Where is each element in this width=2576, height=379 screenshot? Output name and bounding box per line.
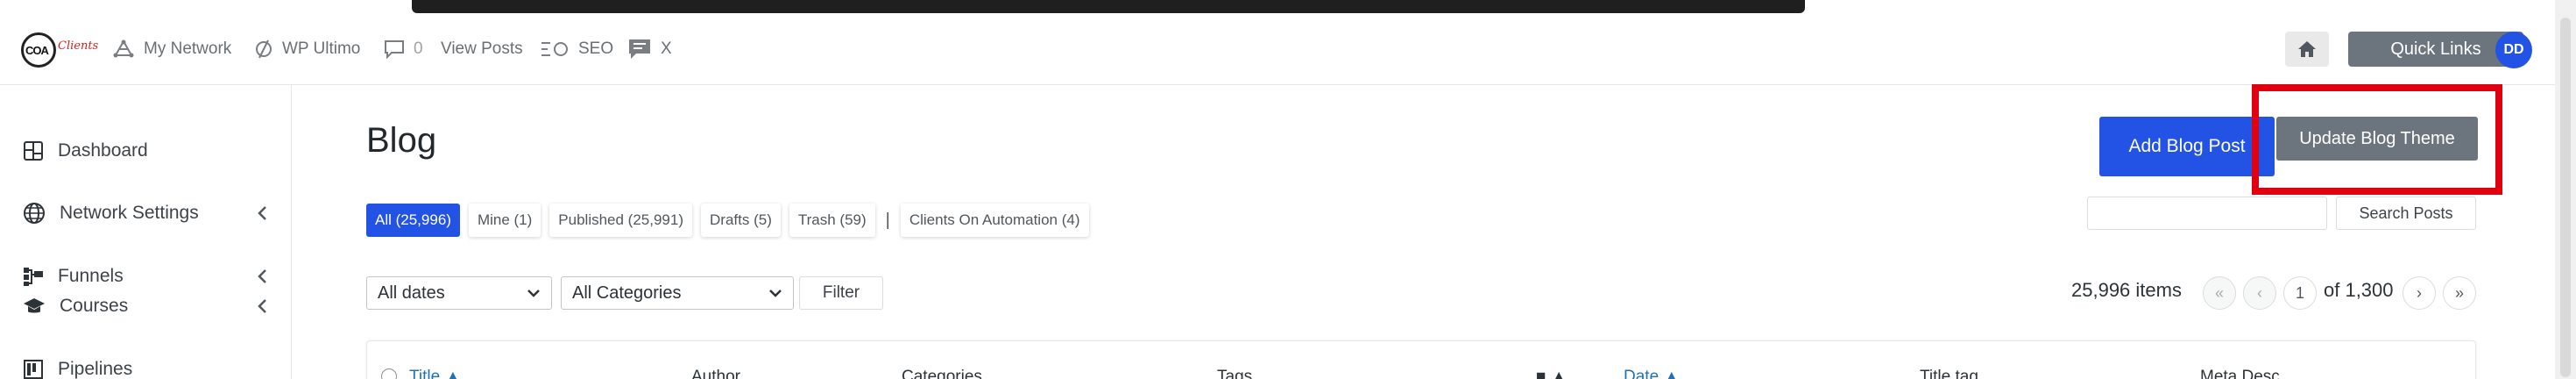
column-categories: Categories <box>902 368 982 379</box>
home-icon <box>2298 41 2316 57</box>
filter-button[interactable]: Filter <box>799 276 883 310</box>
next-page-button[interactable]: › <box>2403 276 2436 310</box>
add-blog-post-button[interactable]: Add Blog Post <box>2099 117 2275 176</box>
posts-table: Title ▲ Author Categories Tags ■ ▲ Date … <box>366 340 2476 379</box>
select-all-checkbox[interactable] <box>381 368 397 379</box>
comment-icon <box>385 40 404 59</box>
sidebar-item-label: Funnels <box>58 266 124 286</box>
dashboard-icon <box>24 141 43 161</box>
prev-page-button[interactable]: ‹ <box>2243 276 2276 310</box>
categories-select[interactable]: All Categories <box>561 276 794 310</box>
home-button[interactable] <box>2285 32 2329 67</box>
user-avatar[interactable]: DD <box>2495 32 2532 68</box>
logo-script: Clients <box>58 39 99 53</box>
globe-icon <box>24 203 45 224</box>
network-icon <box>113 39 134 58</box>
sidebar-item-label: Dashboard <box>58 140 148 161</box>
sidebar-item-pipelines[interactable]: Pipelines <box>23 354 268 379</box>
page-scrollbar[interactable] <box>2555 0 2576 379</box>
search-posts-button[interactable]: Search Posts <box>2336 197 2476 230</box>
filter-published[interactable]: Published (25,991) <box>549 204 693 237</box>
total-pages-label: of 1,300 <box>2324 279 2394 301</box>
wp-ultimo-icon <box>256 39 272 59</box>
sidebar-item-network-settings[interactable]: Network Settings <box>23 197 268 229</box>
column-title-label: Title <box>409 368 441 379</box>
column-comments[interactable]: ■ ▲ <box>1536 368 1568 379</box>
filter-clients-on-automation[interactable]: Clients On Automation (4) <box>900 204 1089 237</box>
chat-icon <box>629 39 650 59</box>
my-network-label: My Network <box>144 39 232 58</box>
sidebar-item-label: Pipelines <box>58 359 133 379</box>
logo-text: COA <box>25 44 49 57</box>
comment-bubble-icon: ■ <box>1536 368 1546 379</box>
filter-all[interactable]: All (25,996) <box>366 204 460 237</box>
x-chat-link[interactable]: X <box>627 13 672 85</box>
chevron-left-icon <box>258 206 266 220</box>
x-chat-label: X <box>661 39 672 58</box>
filter-trash[interactable]: Trash (59) <box>789 204 875 237</box>
comments-count: 0 <box>414 39 423 58</box>
seo-link[interactable]: SEO <box>540 13 613 85</box>
my-network-link[interactable]: My Network <box>112 13 231 85</box>
filter-drafts[interactable]: Drafts (5) <box>701 204 781 237</box>
chevron-down-icon <box>769 290 782 297</box>
first-page-button[interactable]: « <box>2203 276 2236 310</box>
column-date-label: Date <box>1624 368 1660 379</box>
column-tags: Tags <box>1217 368 1253 379</box>
sidebar: Dashboard Network Settings Funnels Cours… <box>0 85 292 379</box>
chevron-down-icon <box>527 290 540 297</box>
sidebar-item-funnels[interactable]: Funnels <box>23 261 268 292</box>
last-page-button[interactable]: » <box>2443 276 2476 310</box>
sidebar-item-label: Network Settings <box>60 203 199 223</box>
sidebar-item-label: Courses <box>60 296 129 316</box>
sidebar-item-dashboard[interactable]: Dashboard <box>23 135 268 167</box>
column-title-tag: Title tag <box>1920 368 1978 379</box>
seo-icon <box>541 42 568 56</box>
column-author: Author <box>691 368 740 379</box>
funnel-icon <box>24 268 43 286</box>
comments-link[interactable]: 0 <box>384 13 423 85</box>
scrollbar-thumb[interactable] <box>2560 18 2571 377</box>
graduation-cap-icon <box>24 298 45 313</box>
wp-ultimo-label: WP Ultimo <box>282 39 361 58</box>
view-posts-label: View Posts <box>441 39 523 58</box>
current-page-input[interactable]: 1 <box>2283 276 2317 310</box>
column-title[interactable]: Title ▲ <box>409 368 461 379</box>
wp-ultimo-link[interactable]: WP Ultimo <box>254 13 360 85</box>
sidebar-item-courses[interactable]: Courses <box>23 290 268 322</box>
post-status-filters: All (25,996) Mine (1) Published (25,991)… <box>366 204 1089 237</box>
items-count: 25,996 items <box>2071 279 2182 301</box>
page-title: Blog <box>366 121 437 160</box>
chevron-left-icon <box>258 269 266 283</box>
column-meta-desc: Meta Desc. <box>2200 368 2285 379</box>
chevron-left-icon <box>258 299 266 313</box>
seo-label: SEO <box>578 39 614 58</box>
highlight-annotation <box>2252 84 2502 195</box>
site-logo[interactable]: COA Clients <box>18 27 98 71</box>
pipeline-icon <box>24 360 43 379</box>
view-posts-link[interactable]: View Posts <box>441 13 523 85</box>
top-dark-bar <box>412 0 1805 13</box>
filter-mine[interactable]: Mine (1) <box>468 204 541 237</box>
browser-top-strip <box>0 0 2576 13</box>
dates-select[interactable]: All dates <box>366 276 552 310</box>
column-date[interactable]: Date ▲ <box>1624 368 1680 379</box>
dates-select-value: All dates <box>378 282 445 303</box>
logo-ring: COA <box>21 32 56 68</box>
filter-separator: | <box>885 210 890 230</box>
categories-select-value: All Categories <box>572 282 682 303</box>
admin-bar: COA Clients My Network WP Ultimo 0 View … <box>0 13 2555 85</box>
search-posts-input[interactable] <box>2087 197 2327 230</box>
